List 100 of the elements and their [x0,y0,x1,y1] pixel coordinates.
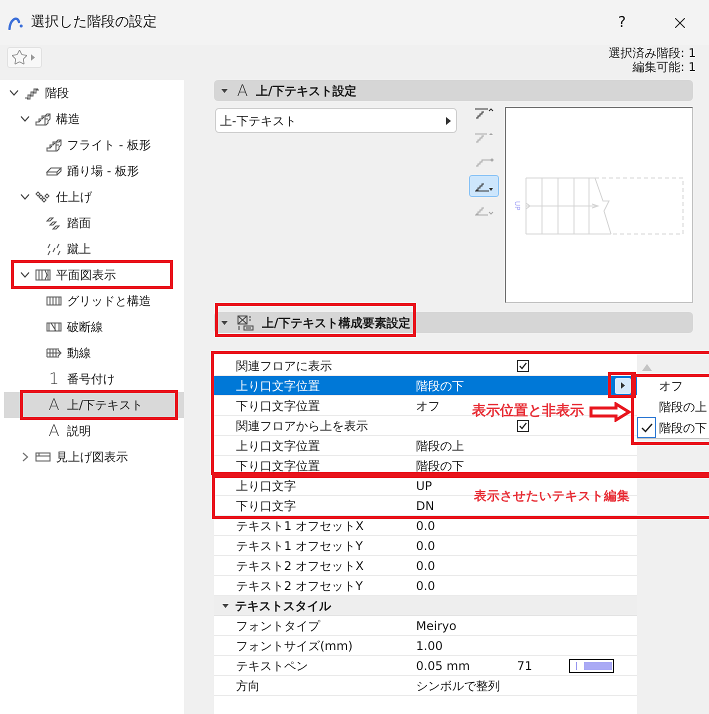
glyph-icon: A [48,423,60,439]
property-value: 0.0 [416,558,436,574]
check-icon [519,422,527,430]
property-value: 階段の上 [416,438,464,454]
grid-icon [46,294,62,308]
property-label: 方向 [235,678,261,694]
tree-item[interactable]: フライト - 板形 [4,132,184,158]
property-value: 階段の下 [416,458,464,474]
property-label: 関連フロアから上を表示 [235,418,369,434]
property-label: テキスト2 オフセットY [235,578,364,594]
property-label: フォントタイプ [235,618,322,634]
walking-line-icon [46,346,62,360]
glyph-icon: 1 [48,371,60,387]
break-line-icon [46,320,62,334]
favorites-button[interactable] [7,47,42,68]
tree-item[interactable]: 動線 [4,340,184,366]
property-value: 1.00 [416,638,443,654]
caret-down-icon[interactable] [221,320,228,324]
section-header[interactable]: テキストスタイル [214,596,637,616]
stair-treads-icon [35,190,51,204]
property-row[interactable]: テキストペン 0.05 mm 71 [214,656,637,676]
tree-item[interactable]: 階段 [4,80,184,106]
property-label: フォントサイズ(mm) [235,638,354,654]
tree-item[interactable]: 踏面 [4,210,184,236]
property-value: シンボルで整列 [416,678,500,694]
property-label: 上り口文字 [235,478,297,494]
text-position-button[interactable] [469,175,499,197]
property-label: テキストペン [235,658,309,674]
stair-block-icon [35,112,51,126]
property-label: 下り口文字位置 [235,398,321,414]
property-row[interactable]: 関連フロアから上を表示 [214,416,637,436]
property-row[interactable]: 下り口文字位置 階段の下 [214,456,637,476]
property-label: 上り口文字位置 [235,378,321,394]
treads-icon [46,216,62,230]
check-icon [519,362,527,370]
property-value: 0.0 [416,578,436,594]
star-icon [11,49,28,66]
tree-item[interactable]: 構造 [4,106,184,132]
menu-item[interactable]: 階段の上 [637,396,709,417]
style-dropdown[interactable]: 上-下テキスト [215,108,457,133]
selection-count: 選択済み階段: 1 [608,46,696,60]
chevron-down-icon[interactable] [19,194,31,200]
settings-table-icon [237,314,254,330]
property-label: 下り口文字位置 [235,458,321,474]
tree-item[interactable]: 仕上げ [4,184,184,210]
caret-down-icon[interactable] [221,88,228,92]
property-value: DN [416,498,434,514]
property-value: 0.0 [416,518,436,534]
tree-item[interactable]: A 上/下テキスト [4,392,184,418]
property-row[interactable]: テキスト1 オフセットY 0.0 [214,536,637,556]
checkbox[interactable] [517,420,529,432]
property-value: UP [416,478,432,494]
stair-plan-icon [35,268,51,282]
pen-swatch-icon[interactable] [569,658,614,672]
caret-right-icon [446,116,451,124]
caret-right-icon [31,54,35,61]
property-value: 0.0 [416,538,436,554]
panel-header[interactable]: A 上/下テキスト設定 [214,80,693,101]
tree-item[interactable]: 1 番号付け [4,366,184,392]
glyph-icon: A [48,397,60,413]
property-row[interactable]: 方向 シンボルで整列 [214,676,637,696]
caret-down-icon[interactable] [222,604,229,608]
property-row[interactable]: 上り口文字位置 階段の下 [214,376,637,396]
app-logo-icon [8,16,23,30]
property-value: 階段の下 [416,378,464,394]
risers-icon [46,242,62,256]
stair-symbol-icon [474,131,494,145]
stair-block-icon [46,138,62,152]
menu-item[interactable]: 階段の下 [637,417,709,438]
help-button[interactable]: ? [600,0,644,45]
property-row[interactable]: フォントタイプ Meiryo [214,616,637,636]
property-row[interactable]: 上り口文字位置 階段の上 [214,436,637,456]
tree-item[interactable]: 破断線 [4,314,184,340]
tree-item[interactable]: 踊り場 - 板形 [4,158,184,184]
property-label: テキスト1 オフセットY [235,538,364,554]
menu-item[interactable]: オフ [637,375,709,396]
window-title: 選択した階段の設定 [31,13,157,32]
chevron-down-icon[interactable] [8,90,20,96]
tree-item[interactable]: グリッドと構造 [4,288,184,314]
property-row[interactable]: テキスト2 オフセットX 0.0 [214,556,637,576]
property-row[interactable]: テキスト1 オフセットX 0.0 [214,516,637,536]
annotation-arrow [589,402,631,422]
options-button[interactable] [615,378,631,394]
property-label: 下り口文字 [235,498,297,514]
stair-symbol-icon [474,107,494,121]
property-value: Meiryo [416,618,456,634]
tree-item[interactable]: 蹴上 [4,236,184,262]
chevron-down-icon[interactable] [19,272,31,278]
panel-header[interactable]: 上/下テキスト構成要素設定 [214,312,693,333]
property-row[interactable]: フォントサイズ(mm) 1.00 [214,636,637,656]
editable-count: 編集可能: 1 [632,60,696,74]
pen-number: 71 [517,658,534,674]
chevron-down-icon[interactable] [19,116,31,122]
caret-right-icon [621,382,625,389]
tree-item[interactable]: 見上げ図表示 [4,444,184,470]
tree-item[interactable]: A 説明 [4,418,184,444]
checkbox[interactable] [517,360,529,372]
tree-item[interactable]: 平面図表示 [4,262,184,288]
property-label: 関連フロアに表示 [235,358,333,374]
glyph-icon: A [237,82,248,98]
